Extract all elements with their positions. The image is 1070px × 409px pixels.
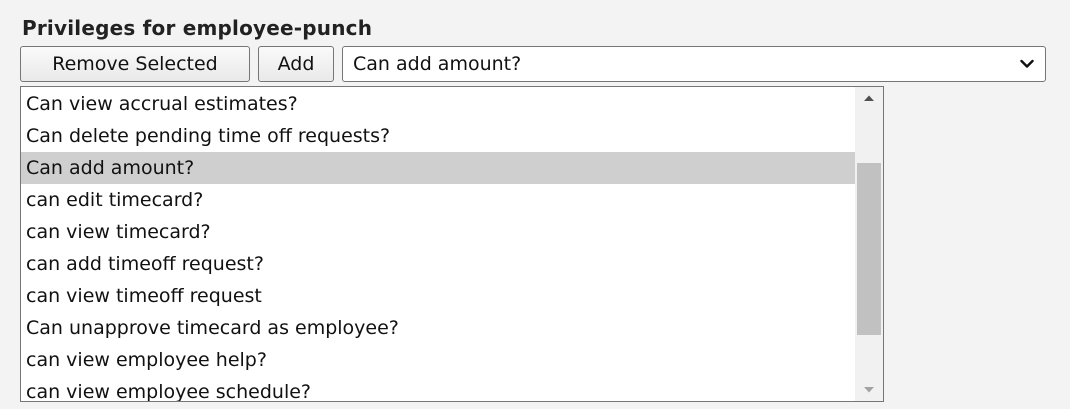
list-item[interactable]: can view employee help? — [21, 344, 855, 376]
privilege-select-value: Can add amount? — [353, 53, 522, 75]
scrollbar-thumb[interactable] — [857, 163, 881, 335]
scroll-up-icon[interactable] — [855, 87, 883, 109]
list-item[interactable]: can view timecard? — [21, 216, 855, 248]
list-item[interactable]: Can delete pending time off requests? — [21, 120, 855, 152]
list-item[interactable]: Can unapprove timecard as employee? — [21, 312, 855, 344]
list-item[interactable]: can edit timecard? — [21, 184, 855, 216]
listbox-scrollbar[interactable] — [855, 87, 883, 401]
list-item[interactable]: can view employee schedule? — [21, 376, 855, 401]
privileges-panel: Privileges for employee-punch Remove Sel… — [0, 0, 1070, 409]
privileges-list: Can view accrual estimates? Can delete pe… — [21, 88, 855, 401]
chevron-down-icon — [1017, 47, 1037, 81]
privileges-toolbar: Remove Selected Add Can add amount? — [20, 46, 1046, 84]
privilege-select[interactable]: Can add amount? — [342, 46, 1046, 82]
scroll-down-icon[interactable] — [855, 379, 883, 401]
list-item[interactable]: Can add amount? — [21, 152, 855, 184]
list-item[interactable]: can add timeoff request? — [21, 248, 855, 280]
list-item[interactable]: Can view accrual estimates? — [21, 88, 855, 120]
add-button[interactable]: Add — [258, 46, 334, 82]
privileges-listbox[interactable]: Can view accrual estimates? Can delete pe… — [20, 86, 884, 402]
list-item[interactable]: can view timeoff request — [21, 280, 855, 312]
remove-selected-button[interactable]: Remove Selected — [20, 46, 250, 82]
panel-title: Privileges for employee-punch — [22, 16, 373, 40]
